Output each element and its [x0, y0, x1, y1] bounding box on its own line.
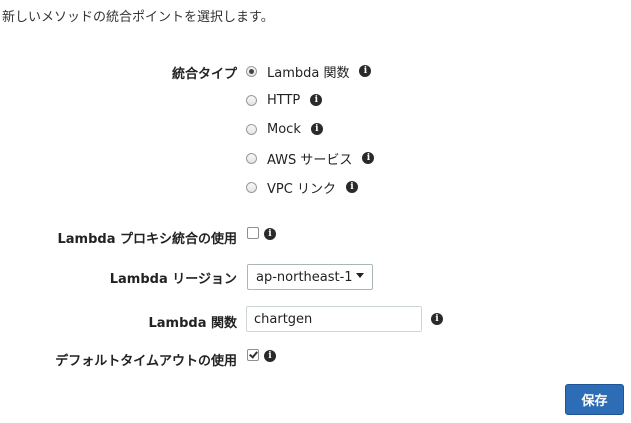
radio-option-http[interactable]: HTTP i: [246, 90, 323, 110]
radio-option-vpc-link[interactable]: VPC リンク i: [246, 177, 358, 197]
radio-label: Lambda 関数: [267, 65, 350, 81]
integration-type-label: 統合タイプ: [171, 67, 237, 82]
radio-label: Mock: [267, 121, 301, 137]
proxy-integration-label: Lambda プロキシ統合の使用: [57, 232, 237, 247]
info-icon[interactable]: i: [310, 123, 323, 135]
radio-button[interactable]: [246, 152, 257, 164]
info-icon[interactable]: i: [310, 94, 323, 106]
save-button[interactable]: 保存: [565, 384, 624, 415]
proxy-integration-checkbox[interactable]: [247, 227, 259, 239]
default-timeout-label: デフォルトタイムアウトの使用: [55, 354, 237, 369]
radio-option-lambda[interactable]: Lambda 関数 i: [246, 61, 372, 81]
chevron-down-icon: [356, 273, 364, 278]
info-icon[interactable]: i: [362, 152, 375, 164]
radio-button[interactable]: [246, 181, 257, 193]
info-icon[interactable]: i: [359, 65, 372, 77]
radio-option-aws-service[interactable]: AWS サービス i: [246, 148, 375, 168]
radio-label: VPC リンク: [267, 181, 336, 197]
info-icon[interactable]: i: [431, 313, 443, 325]
radio-label: HTTP: [267, 92, 301, 108]
radio-option-mock[interactable]: Mock i: [246, 119, 323, 139]
default-timeout-checkbox[interactable]: [247, 349, 259, 361]
intro-text: 新しいメソッドの統合ポイントを選択します。: [2, 10, 274, 25]
info-icon[interactable]: i: [345, 181, 358, 193]
function-input[interactable]: chartgen: [246, 306, 422, 332]
radio-button[interactable]: [246, 94, 257, 106]
region-label: Lambda リージョン: [109, 272, 237, 287]
radio-label: AWS サービス: [267, 152, 353, 168]
region-select[interactable]: ap-northeast-1: [247, 264, 373, 290]
region-select-value: ap-northeast-1: [256, 269, 353, 285]
info-icon[interactable]: i: [264, 350, 276, 362]
radio-button[interactable]: [246, 123, 257, 135]
radio-button[interactable]: [246, 65, 257, 77]
info-icon[interactable]: i: [264, 228, 276, 240]
function-label: Lambda 関数: [148, 316, 237, 331]
